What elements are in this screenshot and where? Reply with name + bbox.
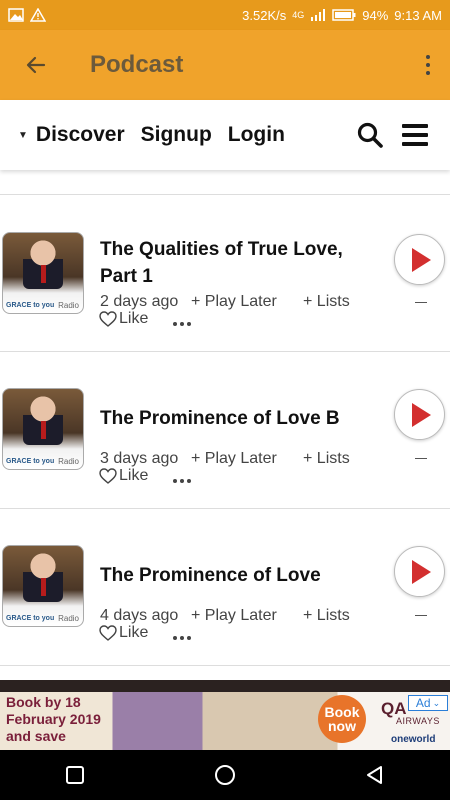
- thumbnail-label: Radio: [58, 457, 79, 466]
- more-dots-icon[interactable]: [173, 322, 191, 326]
- play-later-button[interactable]: + Play Later: [191, 450, 303, 468]
- episode-age: 3 days ago: [100, 450, 179, 467]
- episode-thumbnail[interactable]: GRACE to you Radio: [2, 388, 84, 470]
- net-speed: 3.52K/s: [242, 7, 287, 23]
- episode-meta: 4 days ago + Play Later + Lists: [100, 607, 350, 625]
- heart-icon: [99, 625, 117, 641]
- episode-list: GRACE to you Radio The Qualities of True…: [0, 194, 450, 666]
- nav-home-icon[interactable]: [214, 764, 236, 786]
- ad-choices-badge[interactable]: Ad ⌄: [408, 695, 448, 711]
- list-item[interactable]: GRACE to you Radio The Prominence of Lov…: [0, 509, 450, 666]
- play-button[interactable]: [394, 234, 445, 285]
- add-to-lists-button[interactable]: + Lists: [303, 450, 350, 468]
- nav-signup[interactable]: Signup: [141, 123, 212, 147]
- nav-discover[interactable]: Discover: [36, 123, 125, 147]
- list-item[interactable]: GRACE to you Radio The Qualities of True…: [0, 195, 450, 352]
- episode-title[interactable]: The Prominence of Love: [100, 562, 370, 589]
- ad-promo-text: Book by 18 February 2019 and save: [6, 694, 101, 744]
- episode-title[interactable]: The Prominence of Love B: [100, 405, 370, 432]
- chevron-down-icon: ⌄: [432, 697, 441, 708]
- episode-age: 4 days ago: [100, 607, 179, 624]
- collapse-icon[interactable]: [415, 615, 427, 616]
- add-to-lists-button[interactable]: + Lists: [303, 607, 350, 625]
- ad-badge-label: Ad: [415, 696, 431, 710]
- play-button[interactable]: [394, 389, 445, 440]
- back-button[interactable]: [18, 47, 54, 83]
- episode-thumbnail[interactable]: GRACE to you Radio: [2, 545, 84, 627]
- episode-title[interactable]: The Qualities of True Love, Part 1: [100, 236, 370, 290]
- like-button[interactable]: Like: [99, 624, 148, 642]
- back-arrow-icon: [26, 56, 46, 74]
- signal-icon: [311, 9, 326, 21]
- app-bar: Podcast: [0, 30, 450, 100]
- battery-icon: [332, 9, 356, 21]
- system-navigation-bar: [0, 750, 450, 800]
- heart-icon: [99, 311, 117, 327]
- clock: 9:13 AM: [394, 7, 442, 23]
- dropdown-caret-icon[interactable]: ▼: [18, 130, 28, 141]
- episode-meta: 2 days ago + Play Later + Lists: [100, 293, 350, 311]
- episode-thumbnail[interactable]: GRACE to you Radio: [2, 232, 84, 314]
- collapse-icon[interactable]: [415, 302, 427, 303]
- episode-age: 2 days ago: [100, 293, 179, 310]
- nav-recents-icon[interactable]: [65, 765, 85, 785]
- site-nav: ▼ Discover Signup Login: [0, 100, 450, 170]
- thumbnail-label: Radio: [58, 301, 79, 310]
- battery-level: 94%: [362, 7, 389, 23]
- thumbnail-brand: GRACE to you: [6, 615, 55, 622]
- collapse-icon[interactable]: [415, 458, 427, 459]
- play-later-button[interactable]: + Play Later: [191, 607, 303, 625]
- thumbnail-brand: GRACE to you: [6, 302, 55, 309]
- hamburger-menu-icon[interactable]: [402, 124, 428, 146]
- like-button[interactable]: Like: [99, 467, 148, 485]
- nav-login[interactable]: Login: [228, 123, 285, 147]
- heart-icon: [99, 468, 117, 484]
- like-label: Like: [119, 624, 149, 641]
- warning-icon: [30, 8, 46, 22]
- search-icon[interactable]: [356, 121, 384, 149]
- more-dots-icon[interactable]: [173, 636, 191, 640]
- play-icon: [411, 247, 431, 272]
- image-notification-icon: [8, 8, 24, 22]
- ad-book-now-button[interactable]: Book now: [318, 695, 366, 743]
- status-bar: 3.52K/s 4G 94% 9:13 AM: [0, 0, 450, 30]
- thumbnail-brand: GRACE to you: [6, 458, 55, 465]
- ad-brand-sub: AIRWAYS: [396, 716, 440, 726]
- ad-alliance-logo: oneworld: [391, 734, 436, 745]
- page-title: Podcast: [90, 51, 184, 78]
- add-to-lists-button[interactable]: + Lists: [303, 293, 350, 311]
- thumbnail-label: Radio: [58, 614, 79, 623]
- ad-banner[interactable]: Book by 18 February 2019 and save Book n…: [0, 680, 450, 750]
- network-label: 4G: [292, 10, 305, 20]
- play-icon: [411, 402, 431, 427]
- list-item[interactable]: GRACE to you Radio The Prominence of Lov…: [0, 352, 450, 509]
- play-later-button[interactable]: + Play Later: [191, 293, 303, 311]
- episode-meta: 3 days ago + Play Later + Lists: [100, 450, 350, 468]
- like-button[interactable]: Like: [99, 310, 148, 328]
- play-icon: [411, 559, 431, 584]
- overflow-menu-icon[interactable]: [420, 50, 436, 80]
- play-button[interactable]: [394, 546, 445, 597]
- like-label: Like: [119, 467, 149, 484]
- like-label: Like: [119, 310, 149, 327]
- more-dots-icon[interactable]: [173, 479, 191, 483]
- nav-back-icon[interactable]: [365, 765, 385, 785]
